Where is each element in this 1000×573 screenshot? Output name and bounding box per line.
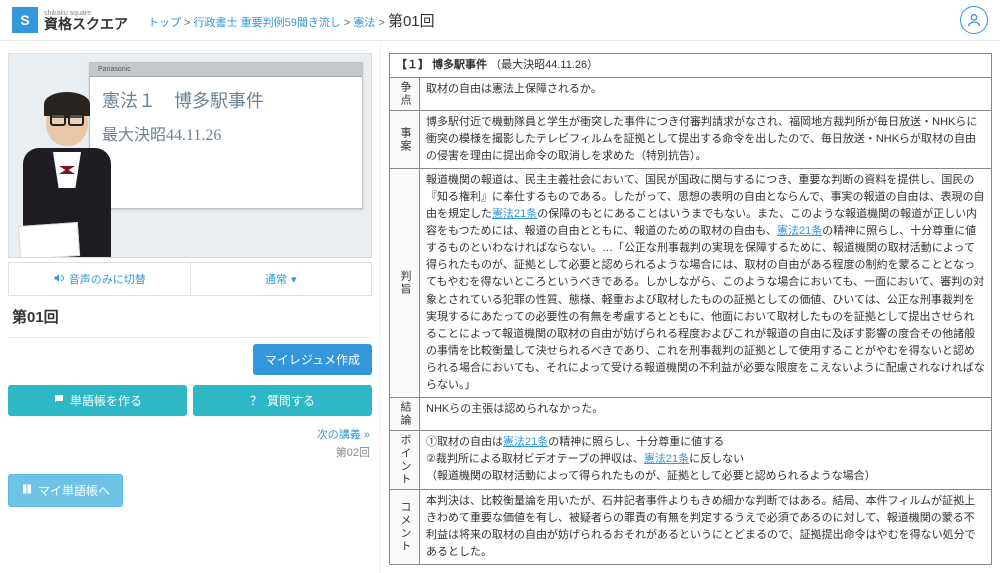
next-lecture-link[interactable]: 次の講義 » <box>317 429 370 441</box>
row-point: ポイント ①取材の自由は憲法21条の精神に照らし、十分尊重に値する ②裁判所によ… <box>390 430 992 489</box>
label-facts: 事案 <box>390 111 420 169</box>
case-header-row: 【１】 博多駅事件 （最大決昭44.11.26） <box>390 54 992 78</box>
audio-only-label: 音声のみに切替 <box>69 271 146 287</box>
row-gist: 判旨 報道機関の報道は、民主主義社会において、国民が国政に関与するにつき、重要な… <box>390 169 992 398</box>
wb-text-1b: 博多駅事件 <box>174 91 264 111</box>
row-comment: コメント 本判決は、比較衡量論を用いたが、石井記者事件よりもきめ細かな判断ではあ… <box>390 489 992 564</box>
logo-mark-icon: S <box>12 7 38 33</box>
next-lecture-sub: 第02回 <box>8 444 372 460</box>
ask-question-button[interactable]: ？ 質問する <box>193 385 372 416</box>
presenter-figure <box>17 96 117 258</box>
speed-label: 通常 <box>265 271 287 287</box>
cell-gist: 報道機関の報道は、民主主義社会において、国民が国政に関与するにつき、重要な判断の… <box>420 169 992 398</box>
row-issue: 争点 取材の自由は憲法上保障されるか。 <box>390 78 992 111</box>
cell-comment: 本判決は、比較衡量論を用いたが、石井記者事件よりもきめ細かな判断ではある。結局、… <box>420 489 992 564</box>
user-avatar-icon[interactable] <box>960 6 988 34</box>
cell-point: ①取材の自由は憲法21条の精神に照らし、十分尊重に値する ②裁判所による取材ビデ… <box>420 430 992 489</box>
label-comment: コメント <box>390 489 420 564</box>
my-wordbook-label: マイ単語帳へ <box>38 482 110 499</box>
chevron-down-icon: ▾ <box>291 273 297 286</box>
label-issue: 争点 <box>390 78 420 111</box>
row-facts: 事案 博多駅付近で機動隊員と学生が衝突した事件につき付審判請求がなされ、福岡地方… <box>390 111 992 169</box>
label-conc: 結論 <box>390 397 420 430</box>
whiteboard: Panasonic 憲法１ 博多駅事件 最大決昭44.11.26 <box>89 62 363 209</box>
case-num: 【１】 <box>396 59 429 71</box>
my-wordbook-button[interactable]: マイ単語帳へ <box>8 474 123 507</box>
wb-text-2: 最大決昭44.11.26 <box>102 121 350 145</box>
ask-question-label: 質問する <box>267 392 315 409</box>
law-link[interactable]: 憲法21条 <box>644 453 689 465</box>
book-icon <box>21 483 33 498</box>
cell-issue: 取材の自由は憲法上保障されるか。 <box>420 78 992 111</box>
whiteboard-brand: Panasonic <box>90 63 362 77</box>
right-panel: 【１】 博多駅事件 （最大決昭44.11.26） 争点 取材の自由は憲法上保障さ… <box>380 41 1000 573</box>
row-conclusion: 結論 NHKらの主張は認められなかった。 <box>390 397 992 430</box>
make-wordbook-label: 単語帳を作る <box>70 392 142 409</box>
label-point: ポイント <box>390 430 420 489</box>
case-table: 【１】 博多駅事件 （最大決昭44.11.26） 争点 取材の自由は憲法上保障さ… <box>389 53 992 565</box>
breadcrumb-top[interactable]: トップ <box>148 17 181 29</box>
cell-conc: NHKらの主張は認められなかった。 <box>420 397 992 430</box>
law-link[interactable]: 憲法21条 <box>503 436 548 448</box>
speed-button[interactable]: 通常 ▾ <box>190 263 372 295</box>
logo[interactable]: S shikaku square 資格スクエア <box>12 7 128 33</box>
label-gist: 判旨 <box>390 169 420 398</box>
create-resume-button[interactable]: マイレジュメ作成 <box>253 344 372 375</box>
header: S shikaku square 資格スクエア トップ > 行政書士 重要判例5… <box>0 0 1000 41</box>
audio-only-button[interactable]: 音声のみに切替 <box>9 263 190 295</box>
cell-facts: 博多駅付近で機動隊員と学生が衝突した事件につき付審判請求がなされ、福岡地方裁判所… <box>420 111 992 169</box>
logo-maintext: 資格スクエア <box>44 17 128 31</box>
case-title: 博多駅事件 <box>432 59 487 71</box>
make-wordbook-button[interactable]: 単語帳を作る <box>8 385 187 416</box>
case-meta: （最大決昭44.11.26） <box>490 59 598 71</box>
law-link[interactable]: 憲法21条 <box>777 225 822 237</box>
lesson-title: 第01回 <box>12 306 59 327</box>
breadcrumb-subject[interactable]: 憲法 <box>353 17 375 29</box>
breadcrumb: トップ > 行政書士 重要判例59聞き流し > 憲法 > 第01回 <box>148 10 435 31</box>
speaker-icon <box>53 272 65 287</box>
breadcrumb-course[interactable]: 行政書士 重要判例59聞き流し <box>194 17 341 29</box>
law-link[interactable]: 憲法21条 <box>492 208 537 220</box>
left-panel: Panasonic 憲法１ 博多駅事件 最大決昭44.11.26 音声のみに切替… <box>0 41 380 573</box>
speech-icon <box>53 393 65 408</box>
page-title: 第01回 <box>388 10 435 31</box>
question-icon: ？ <box>250 392 262 409</box>
video-player[interactable]: Panasonic 憲法１ 博多駅事件 最大決昭44.11.26 <box>8 53 372 258</box>
